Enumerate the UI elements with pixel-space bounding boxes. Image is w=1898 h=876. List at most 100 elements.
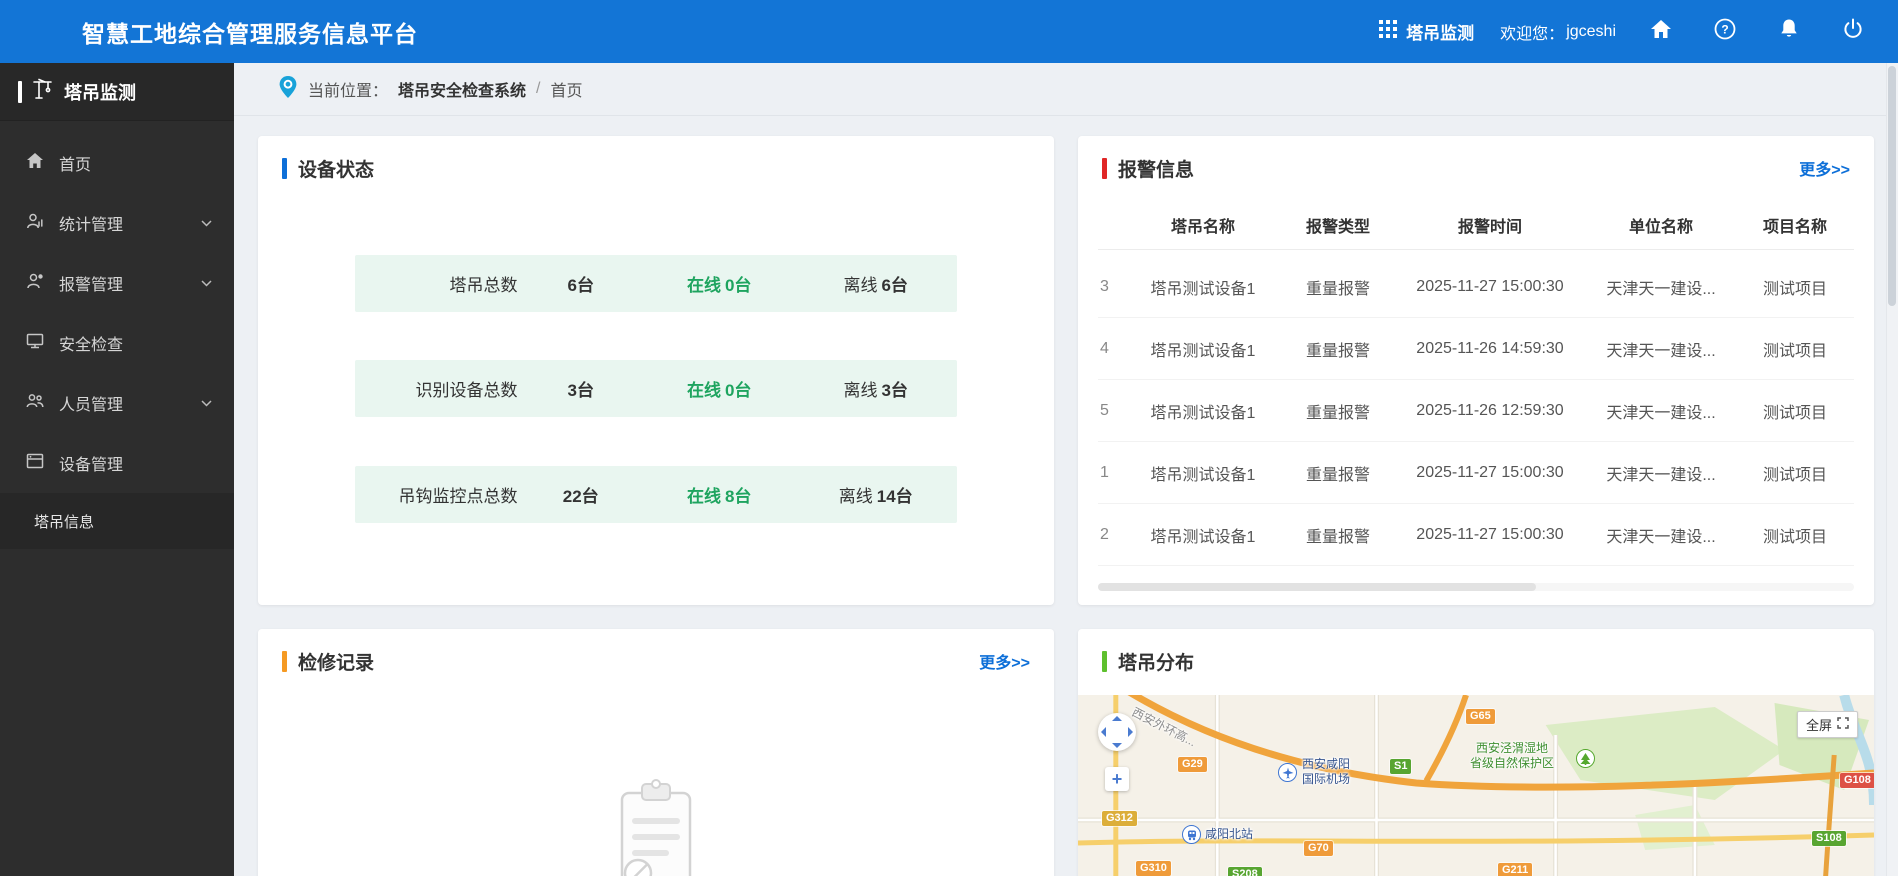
chevron-down-icon — [201, 214, 212, 232]
station-label: 咸阳北站 — [1205, 827, 1254, 841]
sidebar-item-label: 报警管理 — [59, 277, 124, 294]
stat-total: 3台 — [567, 381, 594, 400]
col-alarm-type: 报警类型 — [1305, 218, 1370, 236]
welcome-prefix: 欢迎您： — [1500, 25, 1565, 43]
road-badge: G310 — [1136, 861, 1171, 876]
alarm-title: 报警信息 — [1118, 159, 1195, 181]
module-switcher[interactable]: 塔吊监测 — [1379, 19, 1474, 44]
help-button[interactable]: ? — [1706, 13, 1744, 51]
logout-button[interactable] — [1834, 13, 1872, 51]
sidebar-item-label: 统计管理 — [59, 217, 124, 234]
table-row[interactable]: 4 塔吊测试设备1 重量报警 2025-11-26 14:59:30 天津天一建设...… — [1098, 318, 1854, 380]
stat-total: 22台 — [562, 486, 599, 506]
home-button[interactable] — [1642, 13, 1680, 51]
chevron-down-icon — [201, 274, 212, 292]
alarm-rows: 3 塔吊测试设备1 重量报警 2025-11-27 15:00:30 天津天一建设...… — [1098, 250, 1854, 566]
accent-bar — [282, 650, 287, 672]
stat-offline: 离线 3台 — [843, 381, 908, 400]
device-status-card: 设备状态 塔吊总数 6台 在线 0台 离线 6台 识别设备总数 3台 在线 0台 离线… — [258, 136, 1054, 605]
module-switcher-label: 塔吊监测 — [1406, 24, 1475, 43]
stat-offline: 离线 14台 — [838, 486, 913, 506]
main-area: 当前位置： 塔吊安全检查系统 / 首页 设备状态 塔吊总数 6台 在线 0台 离线… — [234, 63, 1898, 876]
crane-map-card: 塔吊分布 G65 G29 S1 G310 G312 G70 G211 S208 … — [1078, 629, 1874, 876]
bell-icon — [1779, 18, 1799, 45]
fullscreen-icon — [1837, 717, 1849, 732]
sidebar-item-crane-info[interactable]: 塔吊信息 — [0, 493, 234, 549]
stat-label: 塔吊总数 — [449, 275, 518, 295]
device-status-rows: 塔吊总数 6台 在线 0台 离线 6台 识别设备总数 3台 在线 0台 离线 3台 吊钩… — [355, 206, 957, 571]
sidebar-item-label: 安全检查 — [59, 337, 124, 354]
people-icon — [26, 392, 44, 415]
col-crane-name: 塔吊名称 — [1170, 218, 1235, 236]
airport-label: 西安咸阳 国际机场 — [1302, 757, 1351, 786]
road-badge: G211 — [1498, 863, 1533, 876]
device-status-title: 设备状态 — [298, 159, 375, 181]
breadcrumb-current: 首页 — [550, 83, 583, 100]
maintenance-more-link[interactable]: 更多>> — [979, 649, 1030, 673]
stat-label: 识别设备总数 — [415, 381, 518, 400]
pan-up-icon[interactable] — [1112, 716, 1122, 721]
crane-map[interactable]: G65 G29 S1 G310 G312 G70 G211 S208 G108 … — [1078, 695, 1874, 876]
table-row[interactable]: 2 塔吊测试设备1 重量报警 2025-11-27 15:00:30 天津天一建设...… — [1098, 504, 1854, 566]
sidebar-accent-bar — [18, 80, 22, 103]
device-icon — [26, 452, 44, 475]
scrollbar-thumb[interactable] — [1098, 583, 1537, 591]
sidebar-item-device-management[interactable]: 设备管理 — [0, 433, 234, 493]
sidebar-item-safety-inspection[interactable]: 安全检查 — [0, 313, 234, 373]
sidebar-menu: 首页 统计管理 报警管理 安全检查 人员管理 设备管理 塔吊信息 — [0, 121, 234, 549]
sidebar-item-alarm-management[interactable]: 报警管理 — [0, 253, 234, 313]
maintenance-title: 检修记录 — [298, 652, 375, 674]
road-badge: G65 — [1466, 709, 1495, 724]
breadcrumb-system[interactable]: 塔吊安全检查系统 — [398, 77, 526, 101]
power-icon — [1842, 18, 1864, 45]
road-badge: G108 — [1840, 773, 1874, 788]
stat-total: 6台 — [567, 275, 594, 295]
pan-left-icon[interactable] — [1101, 727, 1106, 737]
maintenance-header: 检修记录 更多>> — [258, 629, 1054, 693]
top-header: 智慧工地综合管理服务信息平台 塔吊监测 欢迎您： jgceshi ? — [0, 0, 1898, 63]
sidebar-item-home[interactable]: 首页 — [0, 133, 234, 193]
maintenance-card: 检修记录 更多>> — [258, 629, 1054, 876]
table-row[interactable]: 5 塔吊测试设备1 重量报警 2025-11-26 12:59:30 天津天一建设...… — [1098, 380, 1854, 442]
stat-row-cranes: 塔吊总数 6台 在线 0台 离线 6台 — [355, 254, 957, 312]
alarm-table-header: 塔吊名称 报警类型 报警时间 单位名称 项目名称 — [1098, 200, 1854, 250]
road-badge: G312 — [1102, 811, 1137, 826]
pan-right-icon[interactable] — [1128, 727, 1133, 737]
alarm-more-link[interactable]: 更多>> — [1799, 156, 1850, 180]
horizontal-scrollbar[interactable] — [1098, 583, 1854, 591]
welcome-text: 欢迎您： jgceshi — [1500, 20, 1616, 44]
table-row[interactable]: 1 塔吊测试设备1 重量报警 2025-11-27 15:00:30 天津天一建设...… — [1098, 442, 1854, 504]
alarm-card: 报警信息 更多>> 塔吊名称 报警类型 报警时间 单位名称 项目名称 3 塔吊测试… — [1078, 136, 1874, 605]
notifications-button[interactable] — [1770, 13, 1808, 51]
road-badge: S208 — [1228, 867, 1262, 876]
page-scrollbar[interactable] — [1886, 63, 1898, 876]
alarm-header: 报警信息 更多>> — [1078, 136, 1874, 200]
location-pin-icon — [278, 75, 298, 104]
home-icon — [1650, 19, 1672, 44]
road-badge: G70 — [1304, 841, 1333, 856]
sidebar-item-statistics[interactable]: 统计管理 — [0, 193, 234, 253]
username: jgceshi — [1566, 22, 1616, 40]
sidebar-item-personnel[interactable]: 人员管理 — [0, 373, 234, 433]
col-project-name: 项目名称 — [1762, 218, 1827, 236]
accent-bar — [1102, 157, 1107, 179]
map-pan-control[interactable] — [1098, 713, 1136, 751]
grid-menu-icon — [1379, 20, 1398, 43]
breadcrumb-prefix: 当前位置： — [308, 83, 389, 100]
table-row[interactable]: 3 塔吊测试设备1 重量报警 2025-11-27 15:00:30 天津天一建设...… — [1098, 256, 1854, 318]
map-zoom-in-button[interactable]: + — [1105, 767, 1129, 791]
sidebar-item-label: 人员管理 — [59, 397, 124, 414]
statistics-icon — [26, 212, 44, 235]
app-title: 智慧工地综合管理服务信息平台 — [82, 20, 418, 47]
map-header: 塔吊分布 — [1078, 629, 1874, 693]
scrollbar-thumb[interactable] — [1888, 66, 1896, 306]
park-icon — [1576, 749, 1595, 768]
map-title: 塔吊分布 — [1118, 652, 1195, 674]
road-badge: G29 — [1178, 757, 1207, 772]
sidebar-item-label: 设备管理 — [59, 457, 124, 474]
stat-offline: 离线 6台 — [843, 275, 908, 295]
crane-icon — [32, 78, 54, 105]
pan-down-icon[interactable] — [1112, 743, 1122, 748]
map-fullscreen-button[interactable]: 全屏 — [1796, 711, 1858, 738]
sidebar: 塔吊监测 首页 统计管理 报警管理 安全检查 人员管理 设备管理 塔吊信息 — [0, 63, 234, 876]
